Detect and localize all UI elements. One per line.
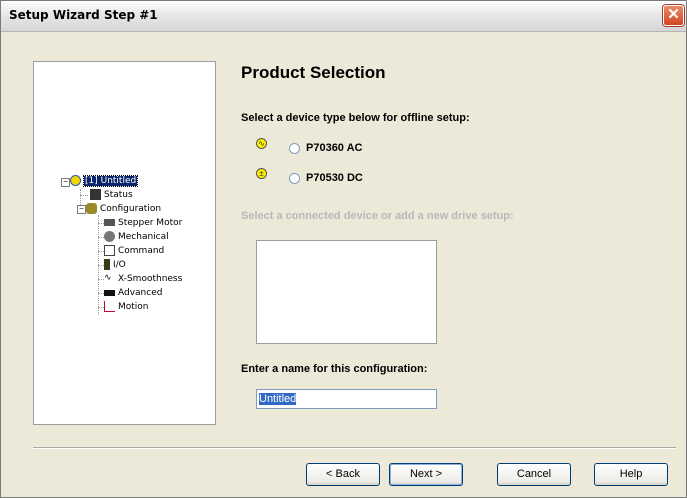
cancel-button[interactable]: Cancel bbox=[497, 463, 571, 486]
tree-item-untitled[interactable]: [1] Untitled bbox=[70, 175, 139, 188]
radio-p70530-dc[interactable] bbox=[289, 173, 300, 184]
tree-item-x-smoothness[interactable]: ∿ X-Smoothness bbox=[104, 273, 182, 286]
setup-wizard-window: Setup Wizard Step #1 ✕ − − [1] Untitled … bbox=[0, 0, 687, 498]
page-title: Product Selection bbox=[241, 63, 386, 82]
tree-item-advanced[interactable]: Advanced bbox=[104, 287, 162, 300]
radio-p70360-ac[interactable] bbox=[289, 143, 300, 154]
tree-item-command[interactable]: Command bbox=[104, 245, 164, 258]
gears-icon bbox=[86, 203, 97, 214]
connected-device-prompt: Select a connected device or add a new d… bbox=[241, 210, 514, 222]
connected-devices-list[interactable] bbox=[256, 240, 437, 344]
tree-collapse-configuration[interactable]: − bbox=[77, 205, 86, 214]
dc-plus-icon: ± bbox=[256, 168, 267, 179]
next-button[interactable]: Next > bbox=[389, 463, 463, 486]
io-icon bbox=[104, 259, 110, 270]
waveform-icon: ∿ bbox=[104, 273, 112, 283]
close-button[interactable]: ✕ bbox=[663, 5, 684, 26]
radio-label-p70530-dc[interactable]: P70530 DC bbox=[306, 172, 363, 184]
config-name-prompt: Enter a name for this configuration: bbox=[241, 363, 428, 375]
footer-divider bbox=[33, 447, 676, 449]
help-button[interactable]: Help bbox=[594, 463, 668, 486]
mechanical-gear-icon bbox=[104, 231, 115, 242]
device-type-prompt: Select a device type below for offline s… bbox=[241, 112, 470, 124]
status-icon bbox=[90, 189, 101, 200]
graduation-cap-icon bbox=[104, 289, 115, 296]
tree-item-mechanical[interactable]: Mechanical bbox=[104, 231, 169, 244]
motion-icon bbox=[104, 301, 115, 312]
tree-collapse-root[interactable]: − bbox=[61, 178, 70, 187]
drive-bulb-icon bbox=[70, 175, 81, 186]
window-title: Setup Wizard Step #1 bbox=[9, 8, 158, 22]
config-name-value: Untitled bbox=[259, 393, 297, 405]
tree-item-status[interactable]: Status bbox=[90, 189, 133, 202]
tree-item-stepper-motor[interactable]: Stepper Motor bbox=[104, 217, 182, 230]
back-button[interactable]: < Back bbox=[306, 463, 380, 486]
ac-wave-icon: ∿ bbox=[256, 138, 267, 149]
config-tree: − − [1] Untitled Status Configuration St… bbox=[33, 61, 216, 425]
radio-label-p70360-ac[interactable]: P70360 AC bbox=[306, 142, 362, 154]
tree-item-motion[interactable]: Motion bbox=[104, 301, 149, 314]
motor-icon bbox=[104, 219, 115, 226]
title-bar: Setup Wizard Step #1 ✕ bbox=[1, 1, 686, 32]
tree-item-configuration[interactable]: Configuration bbox=[86, 203, 161, 216]
config-name-input[interactable]: Untitled bbox=[256, 389, 437, 409]
tree-item-io[interactable]: I/O bbox=[104, 259, 126, 272]
command-icon bbox=[104, 245, 115, 256]
